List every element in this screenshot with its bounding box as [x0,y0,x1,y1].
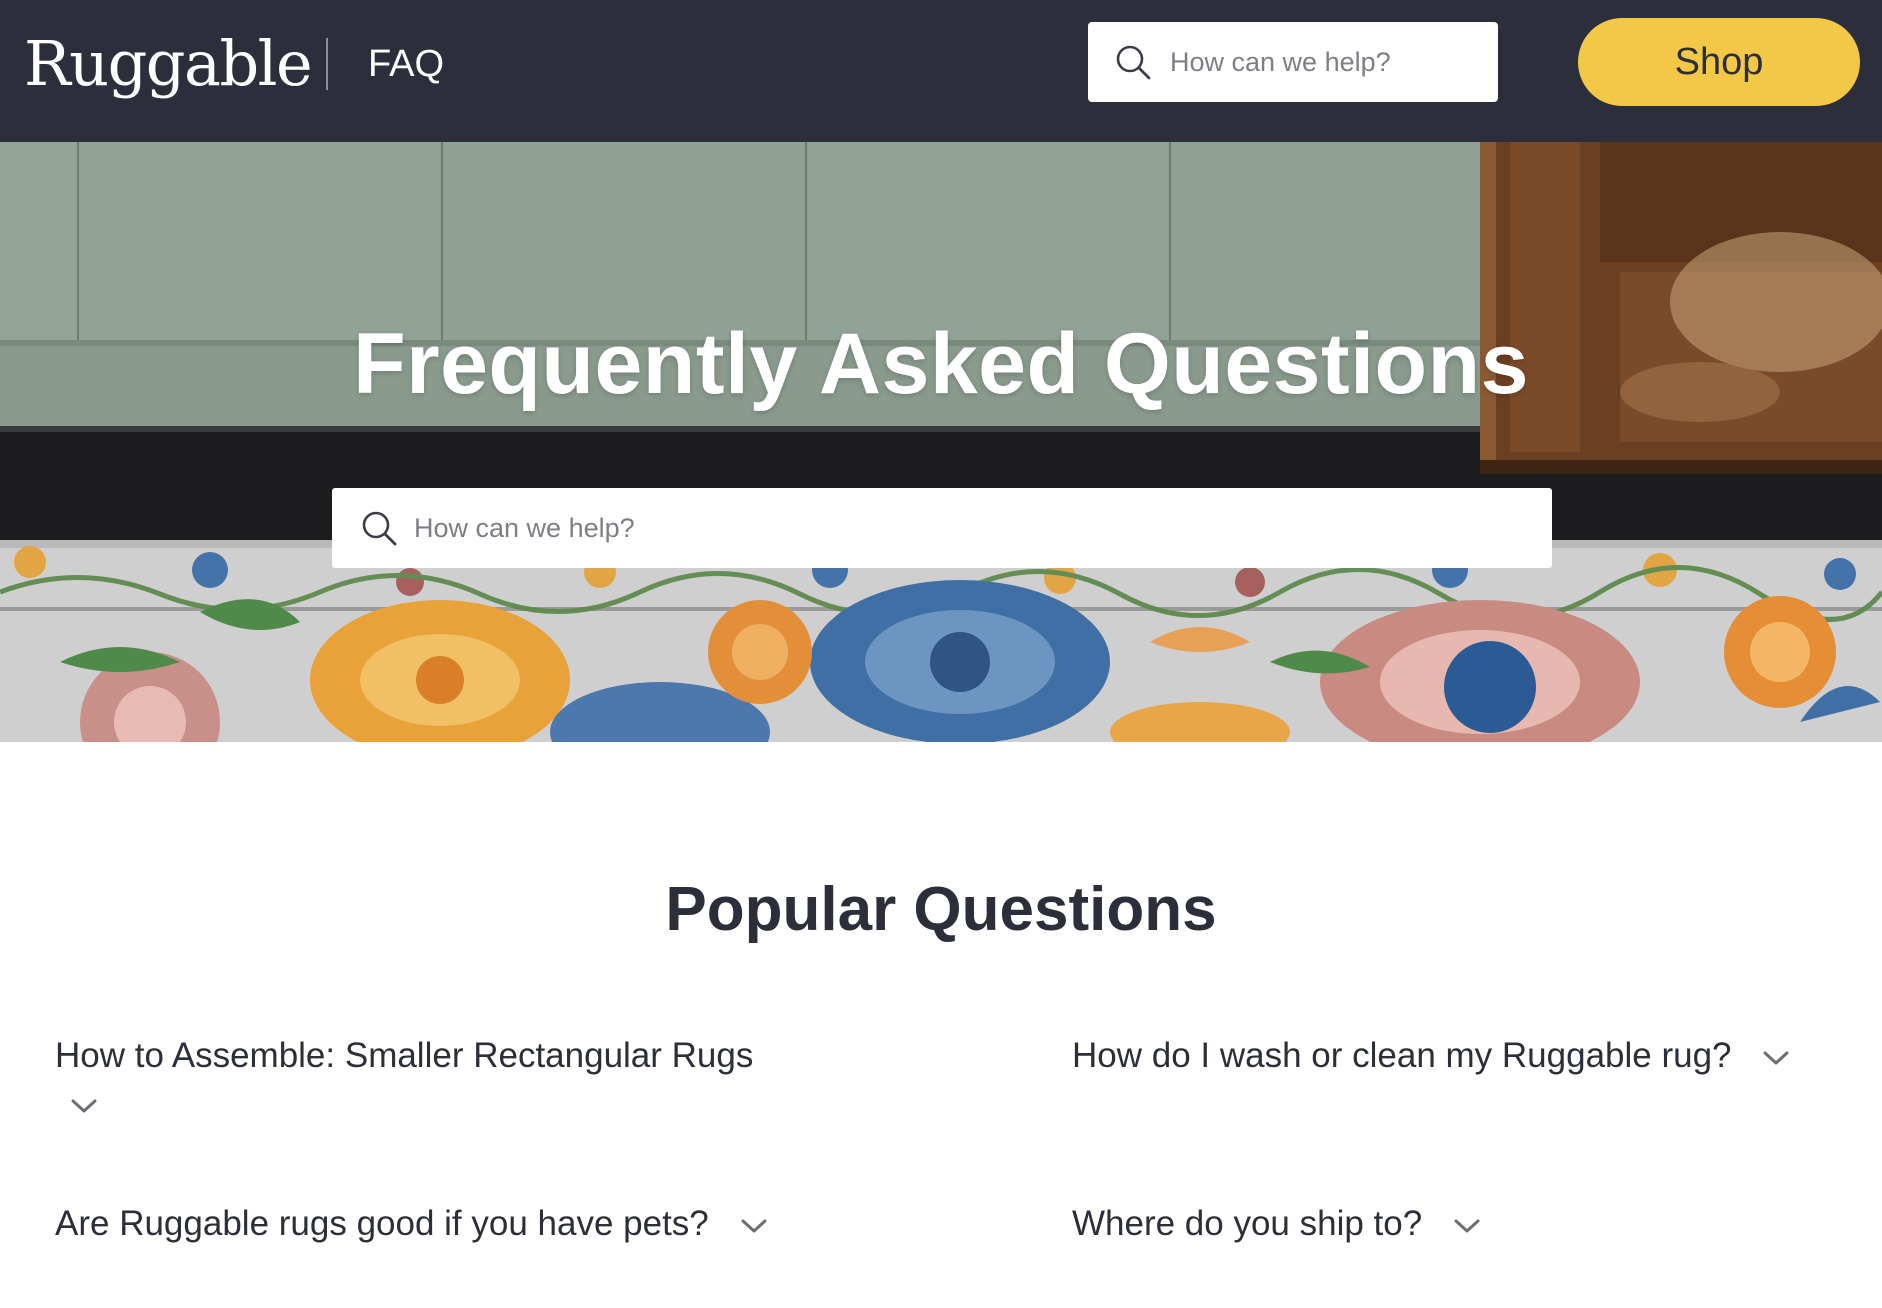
ruggable-logo[interactable]: Ruggable [24,24,313,104]
hero-search-input[interactable] [414,504,1524,552]
faq-question-item[interactable]: Are Ruggable rugs good if you have pets? [55,1198,955,1250]
shop-button[interactable]: Shop [1578,18,1860,106]
faq-question-label: How to Assemble: Smaller Rectangular Rug… [55,1036,754,1075]
hero-search-box[interactable] [332,488,1552,568]
faq-question-item[interactable]: How to Assemble: Smaller Rectangular Rug… [55,1030,915,1116]
hero-background-image [0,142,1882,742]
search-icon [1116,45,1151,80]
hero-title: Frequently Asked Questions [353,316,1529,412]
popular-questions-title: Popular Questions [665,875,1217,944]
faq-question-item[interactable]: Where do you ship to? [1072,1198,1772,1250]
top-navigation-bar: Ruggable FAQ Shop [0,0,1882,142]
logo-divider [326,38,328,90]
header-search-input[interactable] [1170,38,1480,86]
header-search-box[interactable] [1088,22,1498,102]
faq-question-item[interactable]: How do I wash or clean my Ruggable rug? [1072,1030,1872,1082]
search-icon [362,511,397,546]
hero-banner: Frequently Asked Questions [0,142,1882,742]
faq-section-label: FAQ [368,43,445,85]
faq-question-label: How do I wash or clean my Ruggable rug? [1072,1036,1732,1075]
faq-question-label: Where do you ship to? [1072,1204,1423,1243]
chevron-down-icon[interactable] [69,1096,99,1116]
chevron-down-icon[interactable] [739,1216,769,1236]
faq-question-label: Are Ruggable rugs good if you have pets? [55,1204,709,1243]
chevron-down-icon[interactable] [1761,1048,1791,1068]
chevron-down-icon[interactable] [1452,1216,1482,1236]
